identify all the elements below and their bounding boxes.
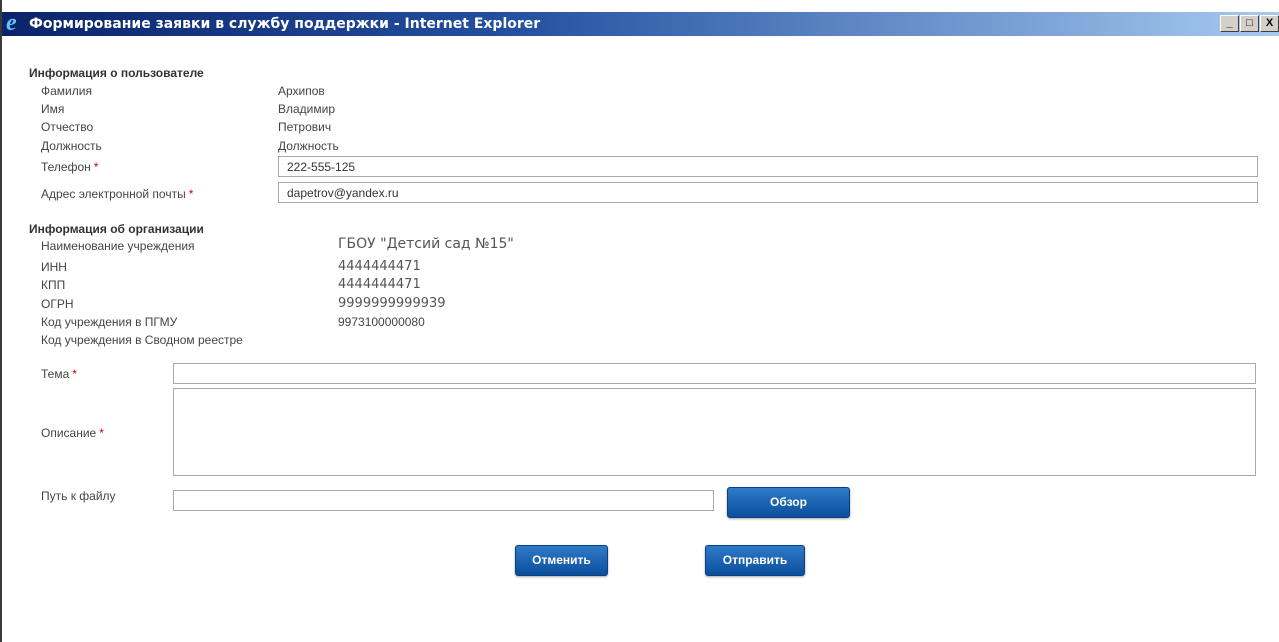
pgmu-code-value: 9973100000080	[338, 315, 425, 329]
inn-label: ИНН	[41, 260, 67, 274]
window-controls: _ □ X	[1220, 15, 1279, 32]
cancel-button[interactable]: Отменить	[515, 545, 608, 576]
email-label-text: Адрес электронной почты	[41, 187, 186, 201]
required-mark: *	[72, 367, 77, 381]
patronymic-value: Петрович	[278, 120, 332, 134]
required-mark: *	[93, 160, 99, 174]
file-path-label: Путь к файлу	[41, 489, 116, 503]
kpp-value: 4444444471	[338, 277, 421, 292]
browse-button[interactable]: Обзор	[727, 487, 850, 518]
required-mark: *	[188, 187, 194, 201]
description-field[interactable]	[173, 388, 1256, 476]
org-info-heading: Информация об организации	[29, 222, 204, 236]
description-label-text: Описание	[41, 426, 97, 440]
maximize-button[interactable]: □	[1240, 15, 1259, 32]
ogrn-value: 9999999999939	[338, 296, 446, 311]
user-info-heading: Информация о пользователе	[29, 66, 204, 80]
email-label: Адрес электронной почты *	[41, 187, 193, 201]
ie-window: e Формирование заявки в службу поддержки…	[0, 0, 1279, 642]
email-field[interactable]	[278, 182, 1258, 203]
phone-label: Телефон *	[41, 160, 98, 174]
inn-value: 4444444471	[338, 259, 421, 274]
ogrn-label: ОГРН	[41, 297, 74, 311]
phone-field[interactable]	[278, 156, 1258, 177]
kpp-label: КПП	[41, 278, 66, 292]
pgmu-code-label: Код учреждения в ПГМУ	[41, 315, 178, 329]
patronymic-label: Отчество	[41, 120, 94, 134]
required-mark: *	[99, 426, 104, 440]
subject-field[interactable]	[173, 363, 1256, 384]
subject-label: Тема *	[41, 367, 77, 381]
description-label: Описание *	[41, 426, 104, 440]
subject-label-text: Тема	[41, 367, 70, 381]
internet-explorer-icon: e	[6, 10, 17, 36]
surname-label: Фамилия	[41, 84, 92, 98]
org-name-value: ГБОУ "Детсий сад №15"	[338, 236, 514, 252]
registry-code-label: Код учреждения в Сводном реестре	[41, 333, 243, 347]
name-label: Имя	[41, 102, 65, 116]
surname-value: Архипов	[278, 84, 325, 98]
window-titlebar[interactable]: e Формирование заявки в службу поддержки…	[2, 10, 1279, 36]
position-value: Должность	[278, 139, 339, 153]
file-path-field[interactable]	[173, 490, 714, 511]
window-title: Формирование заявки в службу поддержки -…	[29, 16, 541, 32]
close-button[interactable]: X	[1260, 15, 1279, 32]
position-label: Должность	[41, 139, 102, 153]
minimize-button[interactable]: _	[1220, 15, 1239, 32]
org-name-label: Наименование учреждения	[41, 239, 195, 253]
submit-button[interactable]: Отправить	[705, 545, 805, 576]
phone-label-text: Телефон	[41, 160, 91, 174]
name-value: Владимир	[278, 102, 336, 116]
